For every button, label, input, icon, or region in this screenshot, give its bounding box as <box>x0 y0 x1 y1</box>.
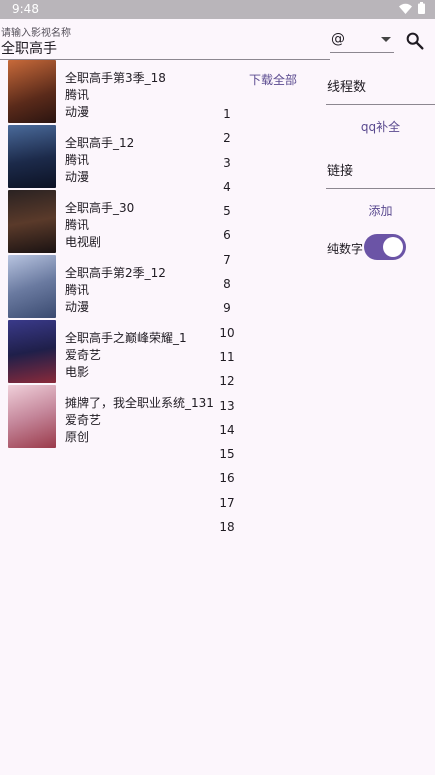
result-type: 电视剧 <box>65 235 102 249</box>
download-all-button[interactable]: 下载全部 <box>243 68 303 92</box>
result-title: 全职高手_30 <box>65 201 135 215</box>
episode-item[interactable]: 5 <box>212 199 242 223</box>
result-item[interactable]: 全职高手第2季_12 腾讯 动漫 <box>0 254 210 319</box>
result-title: 全职高手第2季_12 <box>65 266 166 280</box>
source-dropdown[interactable]: @ <box>330 27 394 53</box>
episode-item[interactable]: 8 <box>212 272 242 296</box>
episode-list: 1 2 3 4 5 6 7 8 9 10 11 12 13 14 15 16 1… <box>212 102 242 539</box>
wifi-icon <box>399 3 412 14</box>
poster-image <box>8 60 56 123</box>
poster-image <box>8 125 56 188</box>
episode-item[interactable]: 17 <box>212 491 242 515</box>
numeric-only-label: 纯数字 <box>327 242 364 256</box>
result-source: 腾讯 <box>65 218 90 232</box>
episode-item[interactable]: 13 <box>212 394 242 418</box>
poster-image <box>8 320 56 383</box>
poster-image <box>8 255 56 318</box>
result-item[interactable]: 全职高手第3季_18 腾讯 动漫 <box>0 59 210 124</box>
result-item[interactable]: 摊牌了，我全职业系统_131 爱奇艺 原创 <box>0 384 214 449</box>
result-type: 动漫 <box>65 170 90 184</box>
result-type: 动漫 <box>65 300 90 314</box>
search-icon[interactable] <box>404 30 426 52</box>
result-source: 腾讯 <box>65 283 90 297</box>
result-item[interactable]: 全职高手_30 腾讯 电视剧 <box>0 189 210 254</box>
result-source: 爱奇艺 <box>65 413 102 427</box>
result-title: 全职高手第3季_18 <box>65 71 166 85</box>
result-item[interactable]: 全职高手_12 腾讯 动漫 <box>0 124 210 189</box>
dropdown-value: @ <box>331 31 345 47</box>
status-icons <box>399 2 425 14</box>
search-input[interactable] <box>0 36 330 60</box>
episode-item[interactable]: 7 <box>212 248 242 272</box>
result-title: 全职高手_12 <box>65 136 135 150</box>
result-type: 原创 <box>65 430 90 444</box>
numeric-only-toggle[interactable] <box>364 234 406 260</box>
status-time: 9:48 <box>12 2 39 16</box>
poster-image <box>8 190 56 253</box>
app-screen: 9:48 请输入影视名称 @ 全职高手第3季_18 腾讯 动漫 全职高手 <box>0 0 435 775</box>
episode-item[interactable]: 10 <box>212 321 242 345</box>
result-type: 动漫 <box>65 105 90 119</box>
dropdown-arrow-icon <box>381 37 391 42</box>
result-title: 全职高手之巅峰荣耀_1 <box>65 331 187 345</box>
battery-icon <box>418 2 425 14</box>
result-source: 爱奇艺 <box>65 348 102 362</box>
episode-item[interactable]: 9 <box>212 296 242 320</box>
qq-complete-button[interactable]: qq补全 <box>326 118 435 135</box>
result-source: 腾讯 <box>65 88 90 102</box>
episode-item[interactable]: 15 <box>212 442 242 466</box>
episode-item[interactable]: 18 <box>212 515 242 539</box>
result-source: 腾讯 <box>65 153 90 167</box>
result-list: 全职高手第3季_18 腾讯 动漫 全职高手_12 腾讯 动漫 全职高手_30 腾… <box>0 59 214 449</box>
toggle-knob <box>383 237 403 257</box>
episode-item[interactable]: 4 <box>212 175 242 199</box>
episode-item[interactable]: 11 <box>212 345 242 369</box>
result-title: 摊牌了，我全职业系统_131 <box>65 396 214 410</box>
episode-item[interactable]: 16 <box>212 466 242 490</box>
episode-item[interactable]: 14 <box>212 418 242 442</box>
result-item[interactable]: 全职高手之巅峰荣耀_1 爱奇艺 电影 <box>0 319 210 384</box>
episode-item[interactable]: 12 <box>212 369 242 393</box>
link-field-underline <box>326 188 435 189</box>
status-bar: 9:48 <box>0 0 435 19</box>
threads-field[interactable]: 线程数 <box>327 76 366 95</box>
add-button[interactable]: 添加 <box>326 202 435 219</box>
poster-image <box>8 385 56 448</box>
episode-item[interactable]: 6 <box>212 223 242 247</box>
episode-item[interactable]: 1 <box>212 102 242 126</box>
episode-item[interactable]: 3 <box>212 151 242 175</box>
result-type: 电影 <box>65 365 90 379</box>
threads-field-underline <box>326 104 435 105</box>
link-field[interactable]: 链接 <box>327 160 353 179</box>
episode-item[interactable]: 2 <box>212 126 242 150</box>
